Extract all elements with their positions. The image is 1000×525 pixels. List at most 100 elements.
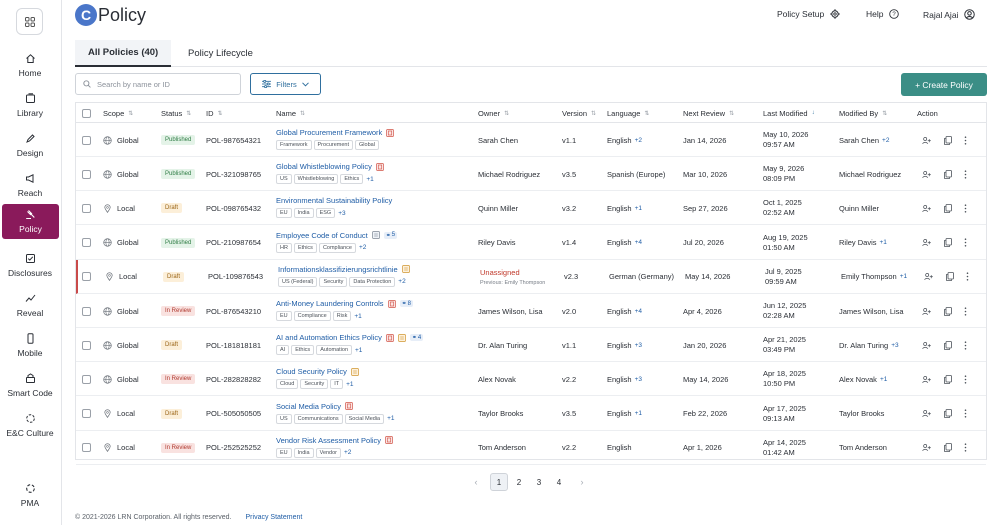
col-next-review[interactable]: Next Review ⇅ <box>683 103 734 123</box>
policy-name-link[interactable]: Informationsklassifizierungsrichtlinie <box>278 265 398 274</box>
more-vertical-icon[interactable] <box>964 306 967 316</box>
policy-setup-button[interactable]: Policy Setup <box>777 9 840 19</box>
tags-more[interactable]: +1 <box>355 347 362 354</box>
policy-name-link[interactable]: AI and Automation Ethics Policy <box>276 333 382 342</box>
sidebar-item-disclosures[interactable]: Disclosures <box>0 247 60 283</box>
assign-users-icon[interactable] <box>922 341 932 350</box>
copy-icon[interactable] <box>944 374 952 384</box>
search-input[interactable]: Search by name or ID <box>75 73 241 95</box>
table-row[interactable]: Local Draft POL-505050505 Social Media Poli… <box>76 397 986 431</box>
language-more[interactable]: +4 <box>635 308 642 315</box>
apps-grid-button[interactable] <box>16 8 43 35</box>
assign-users-icon[interactable] <box>922 409 932 418</box>
assign-users-icon[interactable] <box>922 443 932 452</box>
sidebar-item-library[interactable]: Library <box>0 87 60 123</box>
copy-icon[interactable] <box>944 135 952 145</box>
more-vertical-icon[interactable] <box>964 204 967 213</box>
assign-users-icon[interactable] <box>922 307 932 316</box>
sidebar-item-reveal[interactable]: Reveal <box>0 287 60 323</box>
row-checkbox[interactable] <box>82 203 91 213</box>
col-owner[interactable]: Owner ⇅ <box>478 103 509 123</box>
tags-more[interactable]: +2 <box>344 449 351 456</box>
table-row[interactable]: Local In Review POL-252525252 Vendor Risk A… <box>76 431 986 465</box>
copy-icon[interactable] <box>946 272 954 282</box>
col-scope[interactable]: Scope ⇅ <box>103 103 133 123</box>
prev-page-button[interactable]: ‹ <box>470 477 482 487</box>
tags-more[interactable]: +1 <box>366 176 373 183</box>
assign-users-icon[interactable] <box>922 238 932 247</box>
copy-icon[interactable] <box>944 238 952 247</box>
language-more[interactable]: +4 <box>635 239 642 246</box>
language-more[interactable]: +2 <box>635 137 642 144</box>
select-all-checkbox[interactable] <box>82 108 91 118</box>
assign-users-icon[interactable] <box>924 272 934 281</box>
modified-by-more[interactable]: +1 <box>900 273 907 280</box>
sidebar-item-home[interactable]: Home <box>0 47 60 83</box>
policy-name-link[interactable]: Global Procurement Framework <box>276 128 382 137</box>
tab-policy-lifecycle[interactable]: Policy Lifecycle <box>175 40 266 67</box>
tags-more[interactable]: +1 <box>354 313 361 320</box>
sidebar-item-design[interactable]: Design <box>0 127 60 163</box>
more-vertical-icon[interactable] <box>964 135 967 145</box>
row-checkbox[interactable] <box>82 409 91 419</box>
sidebar-item-mobile[interactable]: Mobile <box>0 327 60 363</box>
more-vertical-icon[interactable] <box>964 341 967 350</box>
assign-users-icon[interactable] <box>922 204 932 213</box>
policy-name-link[interactable]: Global Whistleblowing Policy <box>276 162 372 171</box>
copy-icon[interactable] <box>944 169 952 179</box>
table-row[interactable]: Global Published POL-210987654 Employee Cod… <box>76 226 986 260</box>
page-button-1[interactable]: 1 <box>490 473 508 491</box>
table-row[interactable]: Global Draft POL-181818181 AI and Automatio… <box>76 328 986 363</box>
tags-more[interactable]: +3 <box>338 210 345 217</box>
tab-all-policies[interactable]: All Policies (40) <box>75 40 172 67</box>
col-modified-by[interactable]: Modified By ⇅ <box>839 103 887 123</box>
assign-users-icon[interactable] <box>922 375 932 384</box>
more-vertical-icon[interactable] <box>964 170 967 179</box>
more-vertical-icon[interactable] <box>964 238 967 247</box>
assign-users-icon[interactable] <box>922 136 932 145</box>
language-more[interactable]: +1 <box>635 205 642 212</box>
table-row[interactable]: Global Published POL-321098765 Global Whist… <box>76 157 986 192</box>
row-checkbox[interactable] <box>82 169 91 179</box>
policy-name-link[interactable]: Employee Code of Conduct <box>276 231 368 240</box>
col-version[interactable]: Version ⇅ <box>562 103 596 123</box>
copy-icon[interactable] <box>944 306 952 316</box>
language-more[interactable]: +3 <box>635 376 642 383</box>
table-row[interactable]: Global In Review POL-876543210 Anti-Money L… <box>76 294 986 328</box>
sidebar-item-pma[interactable]: PMA <box>0 477 60 513</box>
policy-name-link[interactable]: Anti-Money Laundering Controls <box>276 299 384 308</box>
sidebar-item-e-c-culture[interactable]: E&C Culture <box>0 407 60 443</box>
col-language[interactable]: Language ⇅ <box>607 103 649 123</box>
col-name[interactable]: Name ⇅ <box>276 103 305 123</box>
table-row[interactable]: Global In Review POL-282828282 Cloud Securi… <box>76 362 986 397</box>
policy-name-link[interactable]: Social Media Policy <box>276 402 341 411</box>
language-more[interactable]: +3 <box>635 342 642 349</box>
help-button[interactable]: Help ? <box>866 9 900 19</box>
row-checkbox[interactable] <box>82 340 91 350</box>
page-button-3[interactable]: 3 <box>530 473 548 491</box>
privacy-link[interactable]: Privacy Statement <box>246 514 303 521</box>
more-vertical-icon[interactable] <box>964 375 967 384</box>
row-checkbox[interactable] <box>82 135 91 145</box>
app-logo[interactable]: C Policy <box>75 4 146 26</box>
copy-icon[interactable] <box>944 443 952 453</box>
copy-icon[interactable] <box>944 203 952 213</box>
sidebar-item-reach[interactable]: Reach <box>0 167 60 203</box>
next-page-button[interactable]: › <box>576 477 588 487</box>
tags-more[interactable]: +1 <box>346 381 353 388</box>
tags-more[interactable]: +2 <box>359 244 366 251</box>
row-checkbox[interactable] <box>82 238 91 248</box>
table-row[interactable]: Local Draft POL-098765432 Environmental Sus… <box>76 191 986 226</box>
more-vertical-icon[interactable] <box>966 272 969 281</box>
policy-name-link[interactable]: Vendor Risk Assessment Policy <box>276 436 381 445</box>
policy-name-link[interactable]: Environmental Sustainability Policy <box>276 196 392 205</box>
page-button-4[interactable]: 4 <box>550 473 568 491</box>
col-status[interactable]: Status ⇅ <box>161 103 191 123</box>
more-vertical-icon[interactable] <box>964 443 967 452</box>
sidebar-item-policy[interactable]: Policy <box>2 204 59 239</box>
more-vertical-icon[interactable] <box>964 409 967 418</box>
table-row[interactable]: Local Draft POL-109876543 Informationsklass… <box>76 259 986 294</box>
sidebar-item-smart-code[interactable]: Smart Code <box>0 367 60 403</box>
table-row[interactable]: Global Published POL-987654321 Global Procu… <box>76 123 986 157</box>
col-last-modified[interactable]: Last Modified ↓ <box>763 103 815 123</box>
